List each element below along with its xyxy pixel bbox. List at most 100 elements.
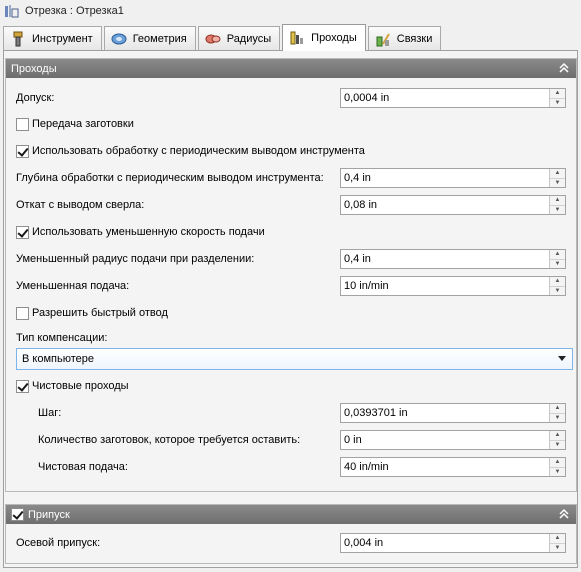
finish-feed-value[interactable]: 40 in/min [341,461,549,473]
allowance-checkbox[interactable] [11,508,24,521]
tolerance-row: Допуск: [16,88,54,108]
stock-count-row: Количество заготовок, которое требуется … [38,430,300,450]
finishing-row[interactable]: Чистовые проходы [16,376,129,396]
rapid-retract-label: Разрешить быстрый отвод [32,307,168,319]
tab-bar: Инструмент Геометрия Радиусы Проходы Свя… [3,24,443,51]
collapse-icon[interactable] [558,62,570,74]
axial-allowance-row: Осевой припуск: [16,533,100,553]
peck-depth-spinner[interactable]: ▲ ▼ [549,169,565,187]
reduced-feed-label: Уменьшенная подача: [16,280,130,292]
collapse-icon[interactable] [558,508,570,520]
use-reduced-feed-checkbox[interactable] [16,225,29,239]
stock-count-value[interactable]: 0 in [341,434,549,446]
tab-links[interactable]: Связки [367,26,442,50]
stepover-row: Шаг: [38,403,61,423]
axial-allowance-label: Осевой припуск: [16,537,101,549]
stock-count-input[interactable]: 0 in ▲ ▼ [340,430,566,450]
reduced-feed-value[interactable]: 10 in/min [341,280,549,292]
reduced-radius-spinner[interactable]: ▲ ▼ [549,250,565,268]
spin-down-icon[interactable]: ▼ [550,414,565,423]
reduced-radius-input[interactable]: 0,4 in ▲ ▼ [340,249,566,269]
spin-up-icon[interactable]: ▲ [550,196,565,206]
use-reduced-feed-row[interactable]: Использовать уменьшенную скорость подачи [16,222,265,242]
tolerance-input[interactable]: 0,0004 in ▲ ▼ [340,88,566,108]
spin-down-icon[interactable]: ▼ [550,468,565,477]
stepover-value[interactable]: 0,0393701 in [341,407,549,419]
use-peck-label: Использовать обработку с периодическим в… [32,145,365,157]
spin-up-icon[interactable]: ▲ [550,431,565,441]
window-title: Отрезка : Отрезка1 [25,5,124,17]
spin-down-icon[interactable]: ▼ [550,179,565,188]
spin-up-icon[interactable]: ▲ [550,458,565,468]
finish-feed-row: Чистовая подача: [38,457,128,477]
spin-down-icon[interactable]: ▼ [550,441,565,450]
geometry-icon [111,31,127,47]
use-peck-checkbox[interactable] [16,144,29,158]
chip-break-spinner[interactable]: ▲ ▼ [549,196,565,214]
passes-section-header[interactable]: Проходы [6,59,576,78]
reduced-radius-value[interactable]: 0,4 in [341,253,549,265]
tab-tool[interactable]: Инструмент [3,26,102,50]
tab-radii[interactable]: Радиусы [197,26,281,50]
tab-geometry[interactable]: Геометрия [103,26,196,50]
passes-section: Проходы Допуск: 0,0004 in ▲ ▼ Передача з… [5,58,577,492]
allowance-section: Припуск Осевой припуск: 0,004 in ▲ ▼ [5,504,577,564]
finishing-label: Чистовые проходы [32,380,129,392]
chevron-down-icon[interactable] [558,356,566,361]
stock-transfer-row[interactable]: Передача заготовки [16,114,134,134]
spin-up-icon[interactable]: ▲ [550,169,565,179]
tool-icon [10,31,26,47]
peck-depth-row: Глубина обработки с периодическим выводо… [16,168,324,188]
peck-depth-value[interactable]: 0,4 in [341,172,549,184]
tolerance-value[interactable]: 0,0004 in [341,92,549,104]
reduced-radius-label: Уменьшенный радиус подачи при разделении… [16,253,255,265]
links-icon [375,31,391,47]
spin-up-icon[interactable]: ▲ [550,534,565,544]
stepover-spinner[interactable]: ▲ ▼ [549,404,565,422]
tab-label: Связки [396,32,433,45]
spin-up-icon[interactable]: ▲ [550,89,565,99]
peck-depth-input[interactable]: 0,4 in ▲ ▼ [340,168,566,188]
compensation-dropdown[interactable]: В компьютере [16,348,573,370]
spin-up-icon[interactable]: ▲ [550,277,565,287]
chip-break-value[interactable]: 0,08 in [341,199,549,211]
spin-up-icon[interactable]: ▲ [550,404,565,414]
tolerance-label: Допуск: [16,92,55,104]
tab-passes[interactable]: Проходы [282,24,366,51]
use-peck-row[interactable]: Использовать обработку с периодическим в… [16,141,365,161]
chip-break-input[interactable]: 0,08 in ▲ ▼ [340,195,566,215]
spin-down-icon[interactable]: ▼ [550,99,565,108]
chip-break-row: Откат с выводом сверла: [16,195,144,215]
section-title: Припуск [28,508,70,521]
spin-down-icon[interactable]: ▼ [550,260,565,269]
finish-feed-input[interactable]: 40 in/min ▲ ▼ [340,457,566,477]
finish-feed-spinner[interactable]: ▲ ▼ [549,458,565,476]
allowance-section-header[interactable]: Припуск [6,505,576,524]
rapid-retract-row[interactable]: Разрешить быстрый отвод [16,303,168,323]
stock-count-spinner[interactable]: ▲ ▼ [549,431,565,449]
finishing-checkbox[interactable] [16,379,29,393]
stepover-input[interactable]: 0,0393701 in ▲ ▼ [340,403,566,423]
tab-label: Геометрия [132,32,187,45]
tolerance-spinner[interactable]: ▲ ▼ [549,89,565,107]
spin-down-icon[interactable]: ▼ [550,206,565,215]
stock-count-label: Количество заготовок, которое требуется … [38,434,301,446]
axial-allowance-spinner[interactable]: ▲ ▼ [549,534,565,552]
stepover-label: Шаг: [38,407,62,419]
reduced-feed-row: Уменьшенная подача: [16,276,129,296]
axial-allowance-input[interactable]: 0,004 in ▲ ▼ [340,533,566,553]
finish-feed-label: Чистовая подача: [38,461,128,473]
title-bar: Отрезка : Отрезка1 [0,0,581,22]
reduced-feed-input[interactable]: 10 in/min ▲ ▼ [340,276,566,296]
spin-down-icon[interactable]: ▼ [550,544,565,553]
spin-up-icon[interactable]: ▲ [550,250,565,260]
peck-depth-label: Глубина обработки с периодическим выводо… [16,172,324,184]
rapid-retract-checkbox[interactable] [16,306,29,320]
compensation-row: Тип компенсации: [16,328,107,348]
passes-icon [289,30,305,46]
stock-transfer-checkbox[interactable] [16,117,29,131]
spin-down-icon[interactable]: ▼ [550,287,565,296]
reduced-feed-spinner[interactable]: ▲ ▼ [549,277,565,295]
axial-allowance-value[interactable]: 0,004 in [341,537,549,549]
radii-icon [205,31,221,47]
